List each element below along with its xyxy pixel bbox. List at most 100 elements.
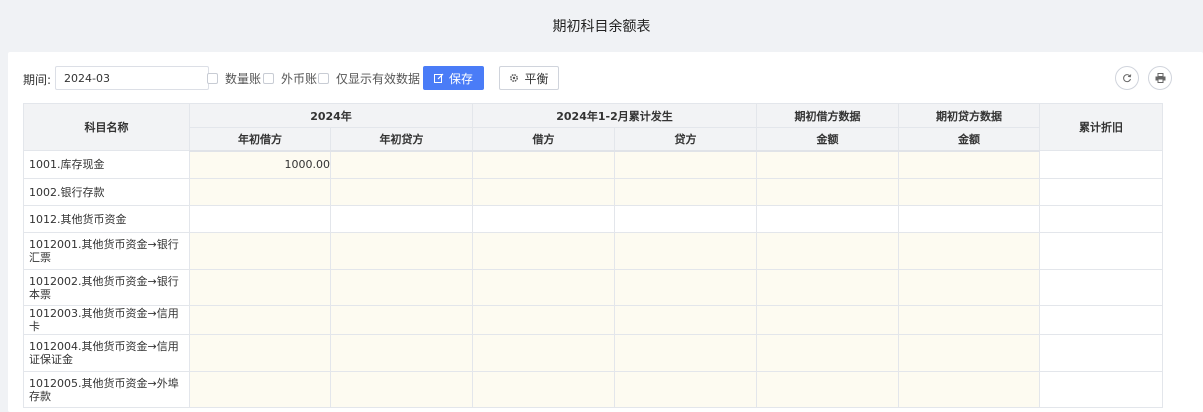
column-group-opening-credit: 期初贷方数据 bbox=[898, 103, 1040, 128]
debit-cell[interactable] bbox=[472, 269, 615, 306]
checkbox-label: 仅显示有效数据 bbox=[336, 71, 421, 86]
opening-credit-amount-cell[interactable] bbox=[898, 150, 1040, 179]
column-group-accumulated: 2024年1-2月累计发生 bbox=[472, 103, 757, 128]
period-label: 期间: bbox=[23, 73, 52, 87]
table-row: 1012004.其他货币资金→信用证保证金 bbox=[23, 334, 1163, 372]
accumulated-depreciation-cell bbox=[1039, 371, 1163, 408]
column-header-year-credit: 年初贷方 bbox=[330, 127, 473, 152]
opening-debit-amount-cell[interactable] bbox=[756, 150, 899, 179]
column-header-opening-credit-amount: 金额 bbox=[898, 127, 1040, 152]
year-credit-cell[interactable] bbox=[330, 150, 473, 179]
balance-button[interactable]: 平衡 bbox=[499, 66, 559, 90]
table-row: 1012003.其他货币资金→信用卡 bbox=[23, 305, 1163, 335]
print-icon bbox=[1155, 73, 1165, 83]
opening-debit-amount-cell[interactable] bbox=[756, 178, 899, 206]
column-group-opening-debit: 期初借方数据 bbox=[756, 103, 899, 128]
refresh-button[interactable] bbox=[1115, 66, 1139, 90]
account-name-cell: 1012005.其他货币资金→外埠存款 bbox=[23, 371, 190, 408]
balance-table: 科目名称 2024年 2024年1-2月累计发生 期初借方数据 期初贷方数据 累… bbox=[23, 103, 1163, 408]
opening-debit-amount-cell[interactable] bbox=[756, 269, 899, 306]
debit-cell[interactable] bbox=[472, 371, 615, 408]
credit-cell[interactable] bbox=[614, 150, 757, 179]
opening-debit-amount-cell[interactable] bbox=[756, 371, 899, 408]
table-row: 1001.库存现金 1000.00 bbox=[23, 150, 1163, 179]
opening-debit-amount-cell[interactable] bbox=[756, 205, 899, 233]
opening-credit-amount-cell[interactable] bbox=[898, 334, 1040, 372]
quantity-account-checkbox[interactable]: 数量账 bbox=[207, 71, 261, 86]
opening-credit-amount-cell[interactable] bbox=[898, 205, 1040, 233]
credit-cell[interactable] bbox=[614, 205, 757, 233]
accumulated-depreciation-cell bbox=[1039, 232, 1163, 270]
accumulated-depreciation-cell bbox=[1039, 150, 1163, 179]
table-row: 1012001.其他货币资金→银行汇票 bbox=[23, 232, 1163, 270]
table-row: 1012002.其他货币资金→银行本票 bbox=[23, 269, 1163, 306]
year-credit-cell[interactable] bbox=[330, 371, 473, 408]
year-credit-cell[interactable] bbox=[330, 205, 473, 233]
accumulated-depreciation-cell bbox=[1039, 305, 1163, 335]
column-group-2024: 2024年 bbox=[189, 103, 473, 128]
debit-cell[interactable] bbox=[472, 334, 615, 372]
year-debit-cell[interactable] bbox=[189, 269, 331, 306]
checkbox-label: 外币账 bbox=[281, 71, 318, 86]
debit-cell[interactable] bbox=[472, 205, 615, 233]
accumulated-depreciation-cell bbox=[1039, 334, 1163, 372]
accumulated-depreciation-cell bbox=[1039, 178, 1163, 206]
column-header-account-name: 科目名称 bbox=[23, 103, 190, 151]
year-credit-cell[interactable] bbox=[330, 269, 473, 306]
balance-button-label: 平衡 bbox=[524, 71, 549, 86]
year-debit-cell[interactable] bbox=[189, 178, 331, 206]
year-credit-cell[interactable] bbox=[330, 232, 473, 270]
period-input[interactable] bbox=[55, 66, 209, 90]
account-name-cell: 1012.其他货币资金 bbox=[23, 205, 190, 233]
account-name-cell: 1012004.其他货币资金→信用证保证金 bbox=[23, 334, 190, 372]
content-panel: 期间: 数量账 外币账 仅显示有效数据 保存 平衡 bbox=[8, 52, 1203, 412]
page-title: 期初科目余额表 bbox=[552, 19, 651, 35]
edit-icon bbox=[433, 73, 444, 83]
debit-cell[interactable] bbox=[472, 178, 615, 206]
opening-debit-amount-cell[interactable] bbox=[756, 334, 899, 372]
accumulated-depreciation-cell bbox=[1039, 269, 1163, 306]
year-debit-cell[interactable] bbox=[189, 205, 331, 233]
credit-cell[interactable] bbox=[614, 305, 757, 335]
year-credit-cell[interactable] bbox=[330, 305, 473, 335]
checkbox-box[interactable] bbox=[263, 72, 274, 84]
save-button[interactable]: 保存 bbox=[423, 66, 484, 90]
opening-credit-amount-cell[interactable] bbox=[898, 269, 1040, 306]
valid-data-only-checkbox[interactable]: 仅显示有效数据 bbox=[318, 71, 421, 86]
column-header-opening-debit-amount: 金额 bbox=[756, 127, 899, 152]
year-debit-cell[interactable] bbox=[189, 334, 331, 372]
credit-cell[interactable] bbox=[614, 371, 757, 408]
print-button[interactable] bbox=[1148, 66, 1172, 90]
debit-cell[interactable] bbox=[472, 232, 615, 270]
gear-icon bbox=[510, 74, 519, 82]
credit-cell[interactable] bbox=[614, 232, 757, 270]
account-name-cell: 1001.库存现金 bbox=[23, 150, 190, 179]
year-debit-cell[interactable] bbox=[189, 371, 331, 408]
table-row: 1012005.其他货币资金→外埠存款 bbox=[23, 371, 1163, 408]
credit-cell[interactable] bbox=[614, 334, 757, 372]
opening-credit-amount-cell[interactable] bbox=[898, 305, 1040, 335]
opening-credit-amount-cell[interactable] bbox=[898, 178, 1040, 206]
foreign-currency-checkbox[interactable]: 外币账 bbox=[263, 71, 318, 86]
save-button-label: 保存 bbox=[448, 71, 473, 86]
opening-credit-amount-cell[interactable] bbox=[898, 232, 1040, 270]
year-credit-cell[interactable] bbox=[330, 334, 473, 372]
accumulated-depreciation-cell bbox=[1039, 205, 1163, 233]
column-header-credit: 贷方 bbox=[614, 127, 757, 152]
column-header-debit: 借方 bbox=[472, 127, 615, 152]
year-debit-cell[interactable] bbox=[189, 232, 331, 270]
checkbox-box[interactable] bbox=[207, 72, 218, 84]
credit-cell[interactable] bbox=[614, 178, 757, 206]
account-name-cell: 1012001.其他货币资金→银行汇票 bbox=[23, 232, 190, 270]
credit-cell[interactable] bbox=[614, 269, 757, 306]
year-debit-cell[interactable] bbox=[189, 305, 331, 335]
opening-debit-amount-cell[interactable] bbox=[756, 305, 899, 335]
toolbar: 期间: 数量账 外币账 仅显示有效数据 保存 平衡 bbox=[8, 52, 1203, 102]
debit-cell[interactable] bbox=[472, 305, 615, 335]
year-credit-cell[interactable] bbox=[330, 178, 473, 206]
checkbox-box[interactable] bbox=[318, 72, 329, 84]
opening-debit-amount-cell[interactable] bbox=[756, 232, 899, 270]
opening-credit-amount-cell[interactable] bbox=[898, 371, 1040, 408]
year-debit-cell[interactable]: 1000.00 bbox=[189, 150, 331, 179]
debit-cell[interactable] bbox=[472, 150, 615, 179]
